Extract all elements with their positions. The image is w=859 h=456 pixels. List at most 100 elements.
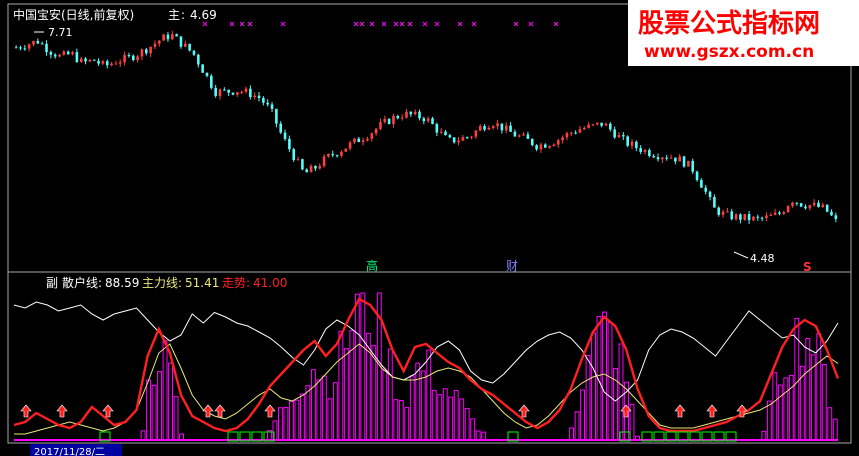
candle-body	[691, 160, 695, 172]
low-price-label: 4.48	[750, 252, 775, 265]
candle-body	[231, 92, 235, 95]
volume-bar	[415, 362, 421, 441]
candle-body	[413, 111, 417, 115]
volume-bar	[777, 384, 783, 441]
candle-body	[188, 43, 191, 51]
candle-body	[630, 141, 634, 146]
candle-body	[296, 159, 300, 161]
candle-body	[825, 204, 829, 212]
low-price-annotation: 4.48	[733, 251, 775, 265]
candle-body	[131, 55, 135, 61]
candle-body	[669, 157, 673, 159]
buy-arrow-icon	[518, 404, 530, 418]
main-force-line-value: 51.41	[185, 276, 219, 290]
volume-bar	[288, 401, 294, 441]
volume-bar	[157, 371, 163, 441]
candle-body	[678, 156, 682, 162]
candle-body	[370, 133, 374, 139]
volume-bar	[464, 407, 470, 441]
candle-body	[210, 75, 213, 88]
chart-canvas[interactable]: 中国宝安(日线,前复权) 主 : 4.69 7.71 4.48 高 财 S 副 …	[0, 0, 859, 456]
candle-body	[470, 136, 473, 138]
candle-body	[556, 140, 560, 145]
candle-body	[752, 216, 755, 221]
candle-body	[509, 125, 512, 132]
volume-bar	[766, 400, 772, 441]
candle-body	[808, 205, 812, 209]
volume-bar	[832, 418, 838, 441]
volume-bar	[618, 343, 624, 441]
volume-bar	[585, 355, 591, 441]
buy-arrow-icon	[264, 404, 276, 418]
volume-bar	[426, 349, 432, 441]
candle-body	[569, 132, 573, 134]
volume-bar	[475, 430, 481, 441]
volume-bar	[299, 393, 305, 441]
high-price-label: 7.71	[48, 26, 73, 39]
volume-bar	[151, 384, 157, 441]
candle-body	[665, 157, 668, 159]
trend-line-colon: :	[246, 276, 250, 290]
candle-body	[643, 150, 647, 153]
buy-arrow-icon	[706, 404, 718, 418]
candle-body	[53, 54, 57, 57]
candle-body	[834, 215, 838, 219]
candle-body	[578, 129, 582, 133]
buy-arrow-icon	[102, 404, 114, 418]
volume-bar	[140, 430, 146, 441]
candle-body	[739, 214, 742, 220]
volume-bar	[343, 348, 349, 441]
candle-body	[214, 87, 217, 97]
volume-bar	[607, 322, 613, 441]
candle-body	[821, 204, 825, 208]
trend-line-label: 走势	[222, 276, 246, 290]
volume-bar	[437, 394, 443, 441]
volume-bar	[761, 430, 767, 441]
candle-body	[157, 40, 161, 44]
volume-bar	[321, 375, 327, 441]
candle-body	[535, 145, 538, 150]
candle-body	[275, 108, 278, 124]
candle-body	[340, 151, 343, 156]
candle-body	[179, 36, 183, 47]
candle-body	[45, 43, 48, 53]
low-price-leader	[733, 251, 749, 259]
volume-bar	[277, 407, 283, 441]
candle-body	[353, 138, 356, 143]
candle-body	[704, 187, 708, 192]
volume-bar	[453, 390, 459, 441]
volume-bar	[404, 407, 410, 441]
candle-body	[656, 157, 660, 160]
candle-body	[236, 92, 239, 95]
volume-bar	[310, 369, 316, 441]
candle-body	[314, 165, 317, 169]
candle-body	[713, 196, 716, 208]
buy-arrow-icon	[20, 404, 32, 418]
footer-date: 2017/11/28/二	[34, 447, 105, 456]
candle-body	[240, 91, 243, 93]
chart-window: 中国宝安(日线,前复权) 主 : 4.69 7.71 4.48 高 财 S 副 …	[0, 0, 859, 456]
candle-body	[773, 212, 777, 215]
marker-s: S	[803, 260, 812, 274]
candle-body	[483, 126, 486, 130]
candle-body	[565, 133, 569, 138]
candle-body	[648, 150, 651, 156]
high-price-annotation: 7.71	[34, 26, 73, 39]
volume-bar	[354, 293, 360, 441]
volume-bar	[173, 396, 179, 441]
volume-bar	[162, 339, 168, 441]
candle-body	[227, 89, 230, 93]
candle-body	[439, 131, 443, 133]
candle-body	[786, 205, 790, 213]
marker-gao: 高	[366, 258, 378, 273]
candle-body	[743, 214, 747, 220]
candle-body	[747, 214, 751, 221]
candle-body	[795, 202, 799, 204]
watermark-title: 股票公式指标网	[638, 9, 820, 39]
candle-body	[201, 64, 204, 73]
candle-body	[249, 88, 252, 98]
volume-bar	[398, 400, 404, 441]
volume-bar	[338, 330, 344, 441]
retail-line-label: 散户线	[62, 275, 98, 290]
candle-body	[309, 165, 313, 173]
